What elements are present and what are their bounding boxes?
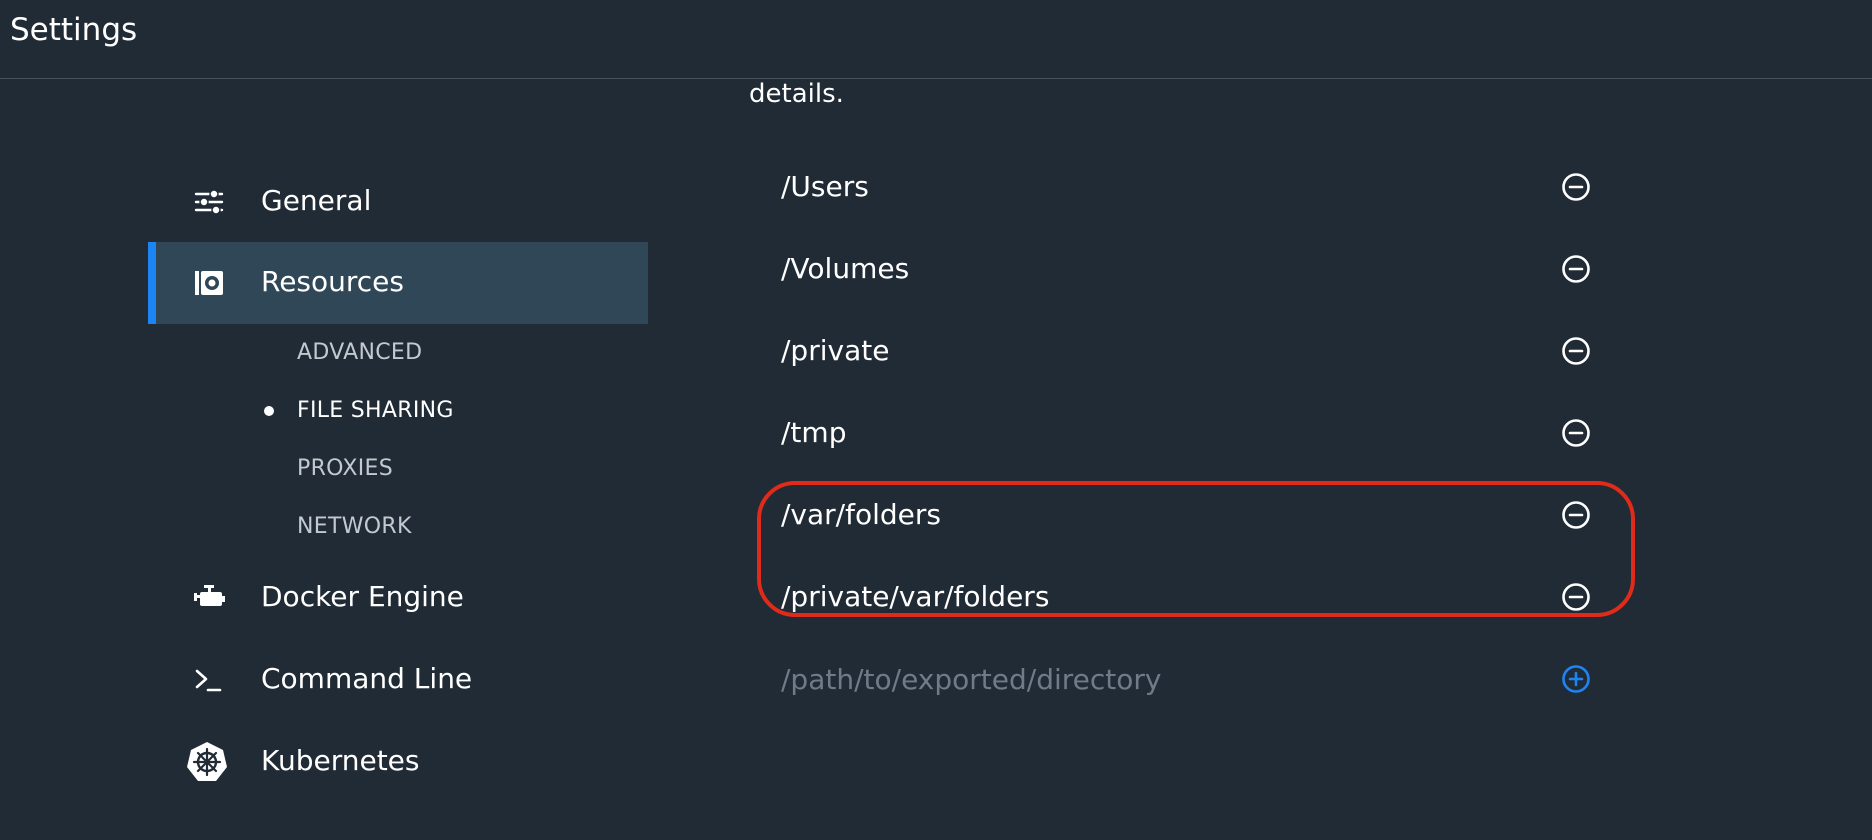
sidebar-item-label: Kubernetes: [261, 744, 420, 777]
remove-path-button[interactable]: [1560, 171, 1592, 203]
remove-path-button[interactable]: [1560, 253, 1592, 285]
shared-path-row: /Volumes: [781, 239, 1591, 299]
sliders-icon: [192, 185, 226, 219]
sidebar-item-general[interactable]: General: [148, 161, 648, 243]
sidebar-item-resources[interactable]: Resources: [148, 242, 648, 324]
shared-path: /private: [781, 334, 890, 367]
file-sharing-description: details.: [749, 79, 844, 109]
resources-icon: [192, 266, 226, 300]
subnav-item-advanced[interactable]: ADVANCED: [297, 335, 422, 371]
shared-path: /var/folders: [781, 498, 941, 531]
sidebar-item-label: Docker Engine: [261, 580, 464, 613]
shared-path-row: /var/folders: [781, 485, 1591, 545]
remove-path-button[interactable]: [1560, 581, 1592, 613]
sidebar-item-label: Resources: [261, 265, 404, 298]
minus-circle-icon: [1562, 583, 1590, 611]
minus-circle-icon: [1562, 419, 1590, 447]
page-title: Settings: [10, 12, 138, 48]
plus-circle-icon: [1562, 665, 1590, 693]
remove-path-button[interactable]: [1560, 417, 1592, 449]
shared-path: /private/var/folders: [781, 580, 1050, 613]
sidebar-item-docker-engine[interactable]: Docker Engine: [148, 557, 648, 639]
shared-path-row: /private/var/folders: [781, 567, 1591, 627]
remove-path-button[interactable]: [1560, 499, 1592, 531]
shared-path: /Volumes: [781, 252, 910, 285]
minus-circle-icon: [1562, 173, 1590, 201]
remove-path-button[interactable]: [1560, 335, 1592, 367]
subnav-item-file-sharing[interactable]: FILE SHARING: [297, 393, 454, 429]
sidebar-item-command-line[interactable]: Command Line: [148, 639, 648, 721]
shared-path-row: /tmp: [781, 403, 1591, 463]
sidebar-item-kubernetes[interactable]: Kubernetes: [148, 721, 648, 803]
shared-path-row: /Users: [781, 157, 1591, 217]
active-indicator: [148, 242, 156, 324]
add-path-button[interactable]: [1560, 663, 1592, 695]
shared-path-row: /private: [781, 321, 1591, 381]
sidebar-item-label: General: [261, 184, 372, 217]
current-subitem-dot: [264, 406, 274, 416]
shared-path: /tmp: [781, 416, 847, 449]
settings-header: Settings: [0, 0, 1872, 79]
kubernetes-icon: [186, 741, 228, 783]
minus-circle-icon: [1562, 337, 1590, 365]
new-path-input[interactable]: [781, 659, 1481, 699]
shared-path: /Users: [781, 170, 869, 203]
sidebar-item-label: Command Line: [261, 662, 473, 695]
minus-circle-icon: [1562, 501, 1590, 529]
subnav-item-network[interactable]: NETWORK: [297, 509, 412, 545]
minus-circle-icon: [1562, 255, 1590, 283]
terminal-icon: [192, 663, 226, 697]
subnav-item-proxies[interactable]: PROXIES: [297, 451, 393, 487]
engine-icon: [192, 581, 226, 615]
new-path-row: [781, 649, 1591, 709]
